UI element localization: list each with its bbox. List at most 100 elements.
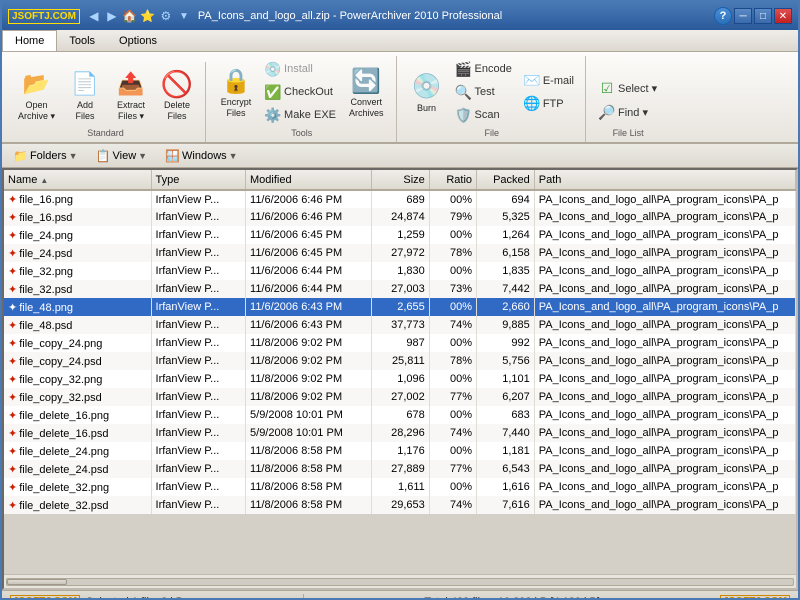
scan-button[interactable]: 🛡️ Scan [451,104,517,126]
cell-path: PA_Icons_and_logo_all\PA_program_icons\P… [534,388,795,406]
cell-type: IrfanView P... [151,370,246,388]
col-type[interactable]: Type [151,170,246,190]
menu-tools[interactable]: Tools [57,30,107,51]
table-row[interactable]: ✦file_48.psdIrfanView P...11/6/2006 6:43… [4,316,796,334]
open-archive-button[interactable]: 📂 OpenArchive ▾ [12,64,61,126]
select-label: Select ▾ [618,82,657,95]
horizontal-scrollbar[interactable] [4,574,796,588]
ribbon: 📂 OpenArchive ▾ 📄 AddFiles 📤 ExtractFile… [2,52,798,144]
table-row[interactable]: ✦file_delete_32.psdIrfanView P...11/8/20… [4,496,796,514]
cell-packed: 9,885 [477,316,535,334]
total-info: Total 432 files, 10,298 kB [4,189 kB] [424,596,600,600]
table-row[interactable]: ✦file_24.pngIrfanView P...11/6/2006 6:45… [4,226,796,244]
secondary-toolbar: 📁 Folders ▼ 📋 View ▼ 🪟 Windows ▼ [2,144,798,168]
col-size[interactable]: Size [372,170,430,190]
file-icon-star: ✦ [8,410,17,422]
table-row[interactable]: ✦file_delete_16.psdIrfanView P...5/9/200… [4,424,796,442]
encode-label: Encode [475,63,512,75]
encode-icon: 🎬 [456,61,472,77]
table-row[interactable]: ✦file_32.psdIrfanView P...11/6/2006 6:44… [4,280,796,298]
ftp-button[interactable]: 🌐 FTP [519,93,579,115]
toolbar-icon-star[interactable]: ⭐ [140,8,156,24]
cell-type: IrfanView P... [151,352,246,370]
window-title: PA_Icons_and_logo_all.zip - PowerArchive… [198,10,502,22]
encrypt-files-button[interactable]: 🔒 EncryptFiles [214,61,258,123]
menu-home[interactable]: Home [2,30,57,51]
cell-path: PA_Icons_and_logo_all\PA_program_icons\P… [534,460,795,478]
toolbar-icon-back[interactable]: ◀ [86,8,102,24]
delete-files-button[interactable]: 🚫 DeleteFiles [155,64,199,126]
filelist-group-label: File List [613,128,644,140]
cell-ratio: 78% [429,244,476,262]
table-row[interactable]: ✦file_copy_32.pngIrfanView P...11/8/2006… [4,370,796,388]
cell-name: ✦file_delete_24.psd [4,460,151,478]
col-ratio[interactable]: Ratio [429,170,476,190]
cell-name: ✦file_delete_16.psd [4,424,151,442]
burn-button[interactable]: 💿 Burn [405,67,449,118]
cell-size: 2,655 [372,298,430,316]
cell-ratio: 00% [429,298,476,316]
cell-type: IrfanView P... [151,442,246,460]
statusbar-divider [303,594,304,600]
encode-button[interactable]: 🎬 Encode [451,58,517,80]
help-button[interactable]: ? [714,7,732,25]
col-packed[interactable]: Packed [477,170,535,190]
cell-path: PA_Icons_and_logo_all\PA_program_icons\P… [534,424,795,442]
col-path[interactable]: Path [534,170,795,190]
table-row[interactable]: ✦file_copy_32.psdIrfanView P...11/8/2006… [4,388,796,406]
table-container[interactable]: Name ▲ Type Modified Size Ratio Packed P… [4,170,796,574]
scan-label: Scan [475,109,500,121]
add-files-button[interactable]: 📄 AddFiles [63,64,107,126]
make-exe-button[interactable]: ⚙️ Make EXE [260,104,341,126]
toolbar-icon-settings[interactable]: ⚙ [158,8,174,24]
app-logo: JSOFTJ.COM [8,9,80,24]
cell-packed: 1,181 [477,442,535,460]
folders-button[interactable]: 📁 Folders ▼ [6,146,85,166]
cell-modified: 11/6/2006 6:46 PM [246,190,372,208]
windows-button[interactable]: 🪟 Windows ▼ [158,146,245,166]
checkout-button[interactable]: ✅ CheckOut [260,81,341,103]
extract-files-button[interactable]: 📤 ExtractFiles ▾ [109,64,153,126]
test-button[interactable]: 🔍 Test [451,81,517,103]
scrollbar-thumb[interactable] [7,579,67,585]
table-row[interactable]: ✦file_32.pngIrfanView P...11/6/2006 6:44… [4,262,796,280]
email-button[interactable]: ✉️ E-mail [519,70,579,92]
cell-type: IrfanView P... [151,388,246,406]
cell-type: IrfanView P... [151,478,246,496]
install-button[interactable]: 💿 Install [260,58,341,80]
cell-path: PA_Icons_and_logo_all\PA_program_icons\P… [534,442,795,460]
folders-label: Folders [30,150,67,162]
table-row[interactable]: ✦file_delete_32.pngIrfanView P...11/8/20… [4,478,796,496]
table-row[interactable]: ✦file_24.psdIrfanView P...11/6/2006 6:45… [4,244,796,262]
table-row[interactable]: ✦file_48.pngIrfanView P...11/6/2006 6:43… [4,298,796,316]
maximize-button[interactable]: □ [754,8,772,24]
cell-packed: 694 [477,190,535,208]
toolbar-icon-home[interactable]: 🏠 [122,8,138,24]
table-row[interactable]: ✦file_16.psdIrfanView P...11/6/2006 6:46… [4,208,796,226]
convert-archives-button[interactable]: 🔄 ConvertArchives [343,61,390,123]
view-icon: 📋 [96,149,111,163]
table-row[interactable]: ✦file_16.pngIrfanView P...11/6/2006 6:46… [4,190,796,208]
cell-packed: 5,756 [477,352,535,370]
table-row[interactable]: ✦file_delete_24.pngIrfanView P...11/8/20… [4,442,796,460]
file-icon-star: ✦ [8,374,17,386]
encrypt-files-label: EncryptFiles [221,97,252,119]
select-button[interactable]: ☑ Select ▾ [594,77,662,99]
table-row[interactable]: ✦file_delete_16.pngIrfanView P...5/9/200… [4,406,796,424]
col-name[interactable]: Name ▲ [4,170,151,190]
cell-name: ✦file_48.psd [4,316,151,334]
menu-options[interactable]: Options [107,30,169,51]
table-row[interactable]: ✦file_delete_24.psdIrfanView P...11/8/20… [4,460,796,478]
view-button[interactable]: 📋 View ▼ [89,146,155,166]
table-row[interactable]: ✦file_copy_24.psdIrfanView P...11/8/2006… [4,352,796,370]
convert-archives-label: ConvertArchives [349,97,384,119]
cell-size: 1,176 [372,442,430,460]
ribbon-group-file: 💿 Burn 🎬 Encode 🔍 Test 🛡️ Scan [399,56,586,142]
find-button[interactable]: 🔎 Find ▾ [594,101,662,123]
table-row[interactable]: ✦file_copy_24.pngIrfanView P...11/8/2006… [4,334,796,352]
toolbar-icon-down[interactable]: ▼ [176,8,192,24]
close-button[interactable]: ✕ [774,8,792,24]
minimize-button[interactable]: ─ [734,8,752,24]
col-modified[interactable]: Modified [246,170,372,190]
toolbar-icon-forward[interactable]: ▶ [104,8,120,24]
